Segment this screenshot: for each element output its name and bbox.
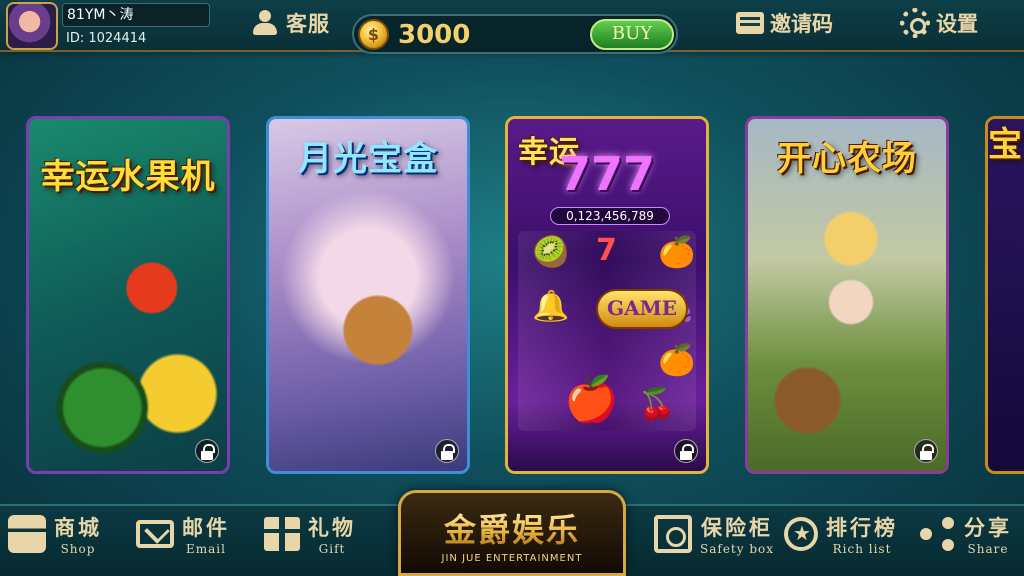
lock-icon: [195, 439, 219, 463]
game-title: 宝: [988, 125, 1023, 165]
customer-service-label: 客服: [286, 12, 330, 36]
email-label: 邮件: [182, 516, 230, 540]
share-label-en: Share: [967, 542, 1009, 556]
orange-icon: 🍊: [658, 343, 696, 378]
email-button[interactable]: 邮件 Email: [136, 512, 230, 556]
medal-icon: [784, 517, 818, 551]
rich-list-label: 排行榜: [826, 516, 898, 540]
username: 81YM丶涛: [62, 3, 210, 27]
lock-icon: [914, 439, 938, 463]
game-card-lucky-777[interactable]: 幸运 777 0,123,456,789 🥝 7 🍊 🔔 🍇 🍊 🍎 🍒 GAM…: [505, 116, 709, 474]
share-label-group: 分享 Share: [964, 512, 1012, 556]
lock-icon: [435, 439, 459, 463]
customer-service-icon: [250, 8, 280, 38]
safety-box-label-en: Safety box: [700, 542, 775, 556]
gift-label: 礼物: [308, 516, 356, 540]
seven-icon: 7: [596, 233, 617, 268]
jackpot-counter: 0,123,456,789: [550, 207, 670, 225]
invite-code-label: 邀请码: [770, 12, 833, 36]
email-label-group: 邮件 Email: [182, 512, 230, 556]
game-title: 开心农场: [777, 139, 917, 179]
coin-amount: 3000: [398, 20, 471, 50]
gift-label-group: 礼物 Gift: [308, 512, 356, 556]
shop-label-group: 商城 Shop: [54, 512, 102, 556]
apple-icon: 🍎: [564, 374, 619, 425]
game-title: 幸运水果机: [40, 157, 216, 197]
invite-card-icon: [736, 12, 764, 34]
bell-icon: 🔔: [532, 289, 570, 324]
share-icon: [918, 515, 956, 553]
shop-icon: [8, 515, 46, 553]
gear-icon: [900, 8, 930, 38]
logo-english: JIN JUE ENTERTAINMENT: [441, 553, 583, 564]
shop-button[interactable]: 商城 Shop: [8, 512, 102, 556]
reel-title: 777: [558, 147, 656, 201]
mail-icon: [136, 520, 174, 548]
shop-label-en: Shop: [60, 542, 96, 556]
game-title: 月光宝盒: [298, 139, 438, 179]
coin-balance: $ 3000 BUY: [352, 14, 678, 54]
settings-label: 设置: [936, 12, 978, 36]
invite-code-button[interactable]: 邀请码: [736, 8, 833, 38]
safety-box-label-group: 保险柜 Safety box: [700, 512, 774, 556]
share-label: 分享: [964, 516, 1012, 540]
rich-list-label-group: 排行榜 Rich list: [826, 512, 898, 556]
rich-list-label-en: Rich list: [832, 542, 892, 556]
game-badge: GAME: [596, 289, 688, 329]
settings-button[interactable]: 设置: [900, 8, 978, 38]
share-button[interactable]: 分享 Share: [918, 512, 1012, 556]
buy-button[interactable]: BUY: [590, 19, 674, 50]
orange-icon: 🍊: [658, 235, 696, 270]
cherry-icon: 🍒: [638, 387, 676, 422]
email-label-en: Email: [186, 542, 226, 556]
gift-button[interactable]: 礼物 Gift: [264, 512, 356, 556]
gift-label-en: Gift: [318, 542, 346, 556]
brand-logo: 金爵娱乐 JIN JUE ENTERTAINMENT: [398, 490, 626, 576]
user-id: ID: 1024414: [66, 31, 147, 46]
coin-icon: $: [358, 19, 389, 50]
rich-list-button[interactable]: 排行榜 Rich list: [784, 512, 898, 556]
game-card-fruit-machine[interactable]: 幸运水果机: [26, 116, 230, 474]
kiwi-icon: 🥝: [532, 235, 570, 270]
safety-box-label: 保险柜: [701, 516, 773, 540]
safe-icon: [654, 515, 692, 553]
game-card-happy-farm[interactable]: 开心农场: [745, 116, 949, 474]
gift-icon: [264, 517, 300, 551]
lock-icon: [674, 439, 698, 463]
partial-card-art: [988, 119, 1024, 471]
avatar[interactable]: [6, 2, 58, 50]
safety-box-button[interactable]: 保险柜 Safety box: [654, 512, 774, 556]
game-card-partial[interactable]: 宝: [985, 116, 1024, 474]
shop-label: 商城: [54, 516, 102, 540]
slot-reels: 🥝 7 🍊 🔔 🍇 🍊 🍎 🍒: [518, 231, 696, 431]
logo-chinese: 金爵娱乐: [401, 505, 623, 551]
customer-service-button[interactable]: 客服: [250, 8, 330, 38]
game-card-moonlight-box[interactable]: 月光宝盒: [266, 116, 470, 474]
